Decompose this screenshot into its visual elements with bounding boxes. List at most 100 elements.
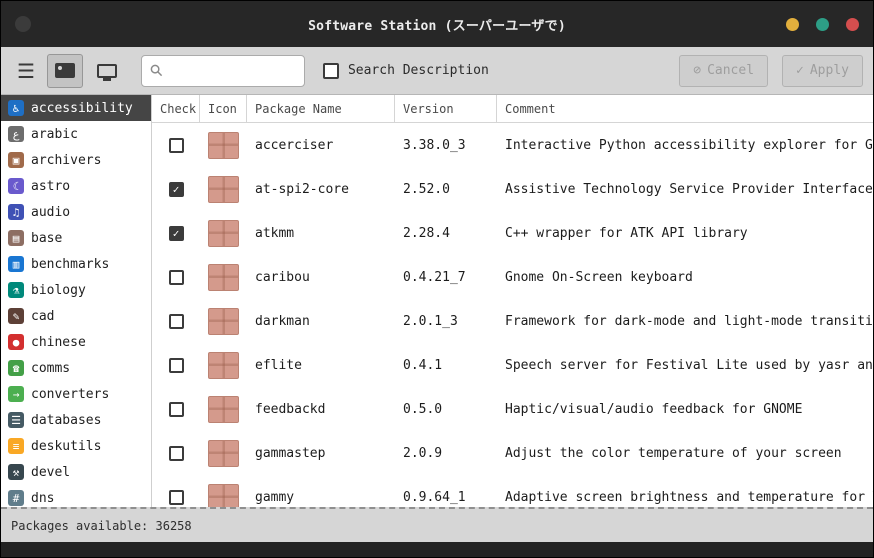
cancel-button-label: Cancel	[707, 63, 755, 78]
package-name-cell: caribou	[255, 269, 310, 285]
apply-button[interactable]: ✓ Apply	[782, 54, 863, 87]
column-header-package-name[interactable]: Package Name	[247, 95, 395, 122]
deskutils-icon: ≡	[8, 438, 24, 454]
package-version-cell: 2.0.1_3	[403, 313, 458, 329]
table-row-at-spi2-core[interactable]: at-spi2-core 2.52.0 Assistive Technology…	[152, 167, 873, 211]
comms-icon: ☎	[8, 360, 24, 376]
package-comment-cell: C++ wrapper for ATK API library	[505, 225, 748, 241]
sidebar-item-chinese[interactable]: ● chinese	[1, 329, 151, 355]
sidebar-item-databases[interactable]: ☰ databases	[1, 407, 151, 433]
package-checkbox[interactable]	[168, 489, 184, 505]
sidebar-item-dns[interactable]: # dns	[1, 485, 151, 507]
accessibility-icon: ♿	[8, 100, 24, 116]
search-input[interactable]	[168, 63, 296, 78]
package-icon	[208, 219, 239, 247]
sidebar-item-biology[interactable]: ⚗ biology	[1, 277, 151, 303]
desktop-view-button[interactable]	[89, 54, 125, 88]
sidebar-item-label: comms	[31, 360, 71, 376]
archivers-icon: ▣	[8, 152, 24, 168]
software-station-window: Software Station (スーパーユーザで) ☰ Search Des…	[0, 0, 874, 558]
package-version-cell: 0.4.21_7	[403, 269, 466, 285]
sidebar-item-label: dns	[31, 490, 55, 506]
devel-icon: ⚒	[8, 464, 24, 480]
close-button[interactable]	[846, 17, 859, 31]
sidebar-item-archivers[interactable]: ▣ archivers	[1, 147, 151, 173]
window-title: Software Station (スーパーユーザで)	[308, 18, 566, 34]
table-row-caribou[interactable]: caribou 0.4.21_7 Gnome On-Screen keyboar…	[152, 255, 873, 299]
package-icon	[208, 307, 239, 335]
package-name-cell: gammy	[255, 489, 295, 505]
sidebar-item-cad[interactable]: ✎ cad	[1, 303, 151, 329]
apply-button-label: Apply	[809, 63, 849, 78]
package-checkbox[interactable]	[168, 445, 184, 461]
table-header: Check Icon Package Name Version Comment	[152, 95, 873, 123]
package-comment-cell: Speech server for Festival Lite used by …	[505, 357, 873, 373]
package-checkbox[interactable]	[168, 181, 184, 197]
column-header-version[interactable]: Version	[395, 95, 497, 122]
table-row-accerciser[interactable]: accerciser 3.38.0_3 Interactive Python a…	[152, 123, 873, 167]
window-bottom-border	[1, 542, 873, 557]
sidebar-item-comms[interactable]: ☎ comms	[1, 355, 151, 381]
package-checkbox[interactable]	[168, 357, 184, 373]
column-header-icon[interactable]: Icon	[200, 95, 247, 122]
package-icon	[208, 395, 239, 423]
sidebar-item-devel[interactable]: ⚒ devel	[1, 459, 151, 485]
databases-icon: ☰	[8, 412, 24, 428]
package-comment-cell: Haptic/visual/audio feedback for GNOME	[505, 401, 803, 417]
sidebar-item-converters[interactable]: → converters	[1, 381, 151, 407]
window-controls	[786, 17, 859, 31]
sidebar-item-label: audio	[31, 204, 71, 220]
package-checkbox[interactable]	[168, 401, 184, 417]
sidebar-item-audio[interactable]: ♫ audio	[1, 199, 151, 225]
statusbar: Packages available: 36258	[1, 507, 873, 542]
table-row-atkmm[interactable]: atkmm 2.28.4 C++ wrapper for ATK API lib…	[152, 211, 873, 255]
search-box[interactable]	[140, 54, 305, 87]
table-row-darkman[interactable]: darkman 2.0.1_3 Framework for dark-mode …	[152, 299, 873, 343]
sidebar-item-label: base	[31, 230, 63, 246]
table-row-feedbackd[interactable]: feedbackd 0.5.0 Haptic/visual/audio feed…	[152, 387, 873, 431]
sidebar-item-label: astro	[31, 178, 71, 194]
package-comment-cell: Adjust the color temperature of your scr…	[505, 445, 842, 461]
package-icon	[208, 439, 239, 467]
table-row-gammy[interactable]: gammy 0.9.64_1 Adaptive screen brightnes…	[152, 475, 873, 507]
search-description-checkbox[interactable]	[322, 62, 339, 79]
table-row-gammastep[interactable]: gammastep 2.0.9 Adjust the color tempera…	[152, 431, 873, 475]
package-name-cell: eflite	[255, 357, 302, 373]
package-checkbox[interactable]	[168, 137, 184, 153]
package-checkbox[interactable]	[168, 269, 184, 285]
package-comment-cell: Interactive Python accessibility explore…	[505, 137, 873, 153]
sidebar-item-label: accessibility	[31, 100, 133, 116]
sidebar-item-label: databases	[31, 412, 102, 428]
biology-icon: ⚗	[8, 282, 24, 298]
minimize-button[interactable]	[786, 17, 799, 31]
sidebar-item-benchmarks[interactable]: ▥ benchmarks	[1, 251, 151, 277]
package-icon	[208, 351, 239, 379]
search-icon	[150, 64, 163, 77]
package-name-cell: accerciser	[255, 137, 334, 153]
list-view-icon[interactable]: ☰	[11, 59, 41, 83]
cancel-button[interactable]: ⊘ Cancel	[679, 54, 769, 87]
package-name-cell: atkmm	[255, 225, 295, 241]
maximize-button[interactable]	[816, 17, 829, 31]
category-sidebar: ♿ accessibility ع arabic ▣ archivers ☾ a…	[1, 95, 152, 507]
package-checkbox[interactable]	[168, 313, 184, 329]
package-name-cell: darkman	[255, 313, 310, 329]
sidebar-item-label: chinese	[31, 334, 86, 350]
package-table: Check Icon Package Name Version Comment …	[152, 95, 873, 507]
package-icon	[208, 483, 239, 507]
table-row-eflite[interactable]: eflite 0.4.1 Speech server for Festival …	[152, 343, 873, 387]
package-version-cell: 3.38.0_3	[403, 137, 466, 153]
sidebar-item-astro[interactable]: ☾ astro	[1, 173, 151, 199]
sidebar-item-base[interactable]: ▤ base	[1, 225, 151, 251]
sidebar-item-accessibility[interactable]: ♿ accessibility	[1, 95, 151, 121]
cancel-icon: ⊘	[693, 63, 702, 78]
toolbar: ☰ Search Description ⊘ Cancel ✓ Apply	[1, 47, 873, 95]
column-header-comment[interactable]: Comment	[497, 95, 873, 122]
icon-view-button[interactable]	[46, 53, 83, 88]
package-icon	[208, 263, 239, 291]
package-checkbox[interactable]	[168, 225, 184, 241]
sidebar-item-arabic[interactable]: ع arabic	[1, 121, 151, 147]
sidebar-item-deskutils[interactable]: ≡ deskutils	[1, 433, 151, 459]
column-header-check[interactable]: Check	[152, 95, 200, 122]
package-icon	[208, 175, 239, 203]
